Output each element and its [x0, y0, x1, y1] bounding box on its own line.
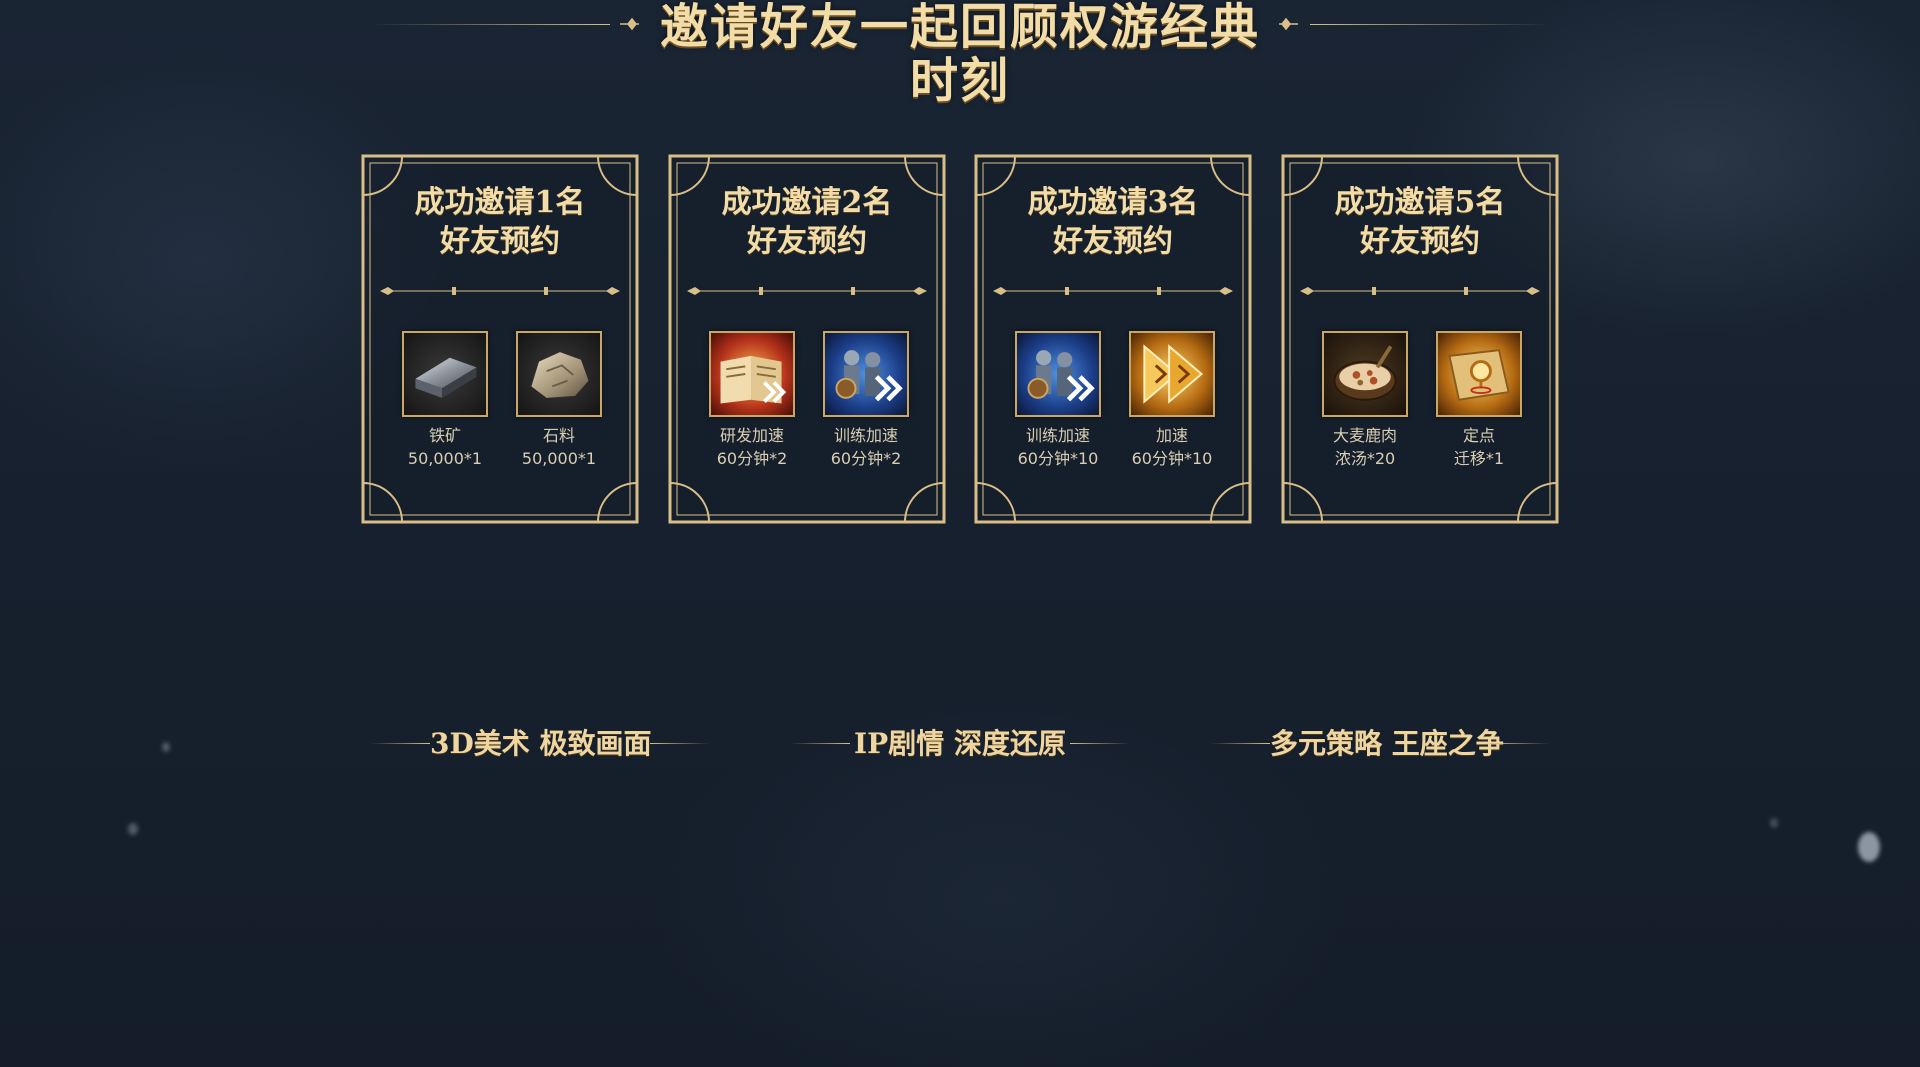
reward-name: 大麦鹿肉 [1332, 426, 1397, 445]
fleur-ornament-icon [620, 17, 639, 31]
reward-item: 训练加速 60分钟*10 [1003, 331, 1113, 470]
card-title: 成功邀请3名 好友预约 [973, 183, 1253, 261]
reward-card-3: 成功邀请3名 好友预约 训练加速 60分钟*10 加速 60分钟*10 [973, 153, 1253, 525]
card-title-line-2: 好友预约 [1053, 224, 1173, 259]
feature-caption-3: 多元策略 王座之争 [1210, 722, 1550, 766]
reward-qty: 60分钟*2 [830, 449, 902, 468]
fleur-ornament-icon [1279, 17, 1298, 31]
reward-card-1: 成功邀请1名 好友预约 铁矿 50,000*1 石料 50,000*1 [360, 153, 640, 525]
reward-name: 训练加速 [1025, 426, 1090, 445]
reward-qty: 浓汤*20 [1334, 449, 1396, 468]
card-title-line-1: 成功邀请1名 [414, 185, 586, 220]
card-title-line-2: 好友预约 [440, 224, 560, 259]
card-title-line-2: 好友预约 [747, 224, 867, 259]
card-title-line-1: 成功邀请3名 [1027, 185, 1199, 220]
reward-name: 研发加速 [719, 426, 784, 445]
reward-item: 加速 60分钟*10 [1117, 331, 1227, 470]
training-speedup-soldiers-icon [1015, 331, 1101, 417]
feature-line-right [1490, 743, 1550, 744]
reward-item: 研发加速 60分钟*2 [697, 331, 807, 470]
reward-name: 加速 [1155, 426, 1188, 445]
iron-ingot-icon [402, 331, 488, 417]
card-title: 成功邀请5名 好友预约 [1280, 183, 1560, 261]
feature-caption-2: IP剧情 深度还原 [790, 722, 1130, 766]
ornamental-divider [993, 287, 1233, 295]
card-title: 成功邀请2名 好友预约 [667, 183, 947, 261]
background-speck [1770, 818, 1778, 828]
reward-item: 大麦鹿肉 浓汤*20 [1310, 331, 1420, 470]
header-line-left [370, 24, 610, 25]
teleport-map-scroll-icon [1436, 331, 1522, 417]
card-title-line-1: 成功邀请5名 [1334, 185, 1506, 220]
reward-name: 定点 [1462, 426, 1495, 445]
feature-line-right [650, 743, 710, 744]
research-speedup-book-icon [709, 331, 795, 417]
background-speck [128, 823, 138, 835]
reward-qty: 60分钟*2 [716, 449, 788, 468]
reward-qty: 迁移*1 [1453, 449, 1505, 468]
feature-line-left [370, 743, 430, 744]
reward-qty: 50,000*1 [521, 449, 597, 468]
speedup-arrows-icon [1129, 331, 1215, 417]
feature-text: 3D美术 极致画面 [430, 727, 652, 760]
training-speedup-soldiers-icon [823, 331, 909, 417]
feature-text: 多元策略 王座之争 [1270, 727, 1504, 760]
ornamental-divider [1300, 287, 1540, 295]
reward-name: 石料 [542, 426, 575, 445]
reward-qty: 50,000*1 [407, 449, 483, 468]
background-speck [1858, 832, 1880, 862]
ornamental-divider [380, 287, 620, 295]
reward-item: 定点 迁移*1 [1424, 331, 1534, 470]
page-title: 邀请好友一起回顾权游经典时刻 [659, 0, 1260, 109]
card-title: 成功邀请1名 好友预约 [360, 183, 640, 261]
reward-item: 石料 50,000*1 [504, 331, 614, 470]
reward-name: 铁矿 [428, 426, 461, 445]
card-title-line-2: 好友预约 [1360, 224, 1480, 259]
feature-line-right [1070, 743, 1130, 744]
reward-item: 铁矿 50,000*1 [390, 331, 500, 470]
page-header: 邀请好友一起回顾权游经典时刻 [0, 0, 1920, 108]
card-title-line-1: 成功邀请2名 [721, 185, 893, 220]
stone-icon [516, 331, 602, 417]
feature-line-left [1210, 743, 1270, 744]
reward-qty: 60分钟*10 [1131, 449, 1213, 468]
venison-stew-bowl-icon [1322, 331, 1408, 417]
header-line-right [1310, 24, 1550, 25]
reward-item: 训练加速 60分钟*2 [811, 331, 921, 470]
feature-caption-1: 3D美术 极致画面 [370, 722, 710, 766]
feature-line-left [790, 743, 850, 744]
ornamental-divider [687, 287, 927, 295]
reward-card-2: 成功邀请2名 好友预约 研发加速 60分钟*2 训练加速 60分钟*2 [667, 153, 947, 525]
reward-name: 训练加速 [833, 426, 898, 445]
reward-qty: 60分钟*10 [1017, 449, 1099, 468]
feature-text: IP剧情 深度还原 [854, 727, 1066, 760]
background-speck [162, 742, 170, 752]
reward-card-4: 成功邀请5名 好友预约 大麦鹿肉 浓汤*20 定点 迁移*1 [1280, 153, 1560, 525]
